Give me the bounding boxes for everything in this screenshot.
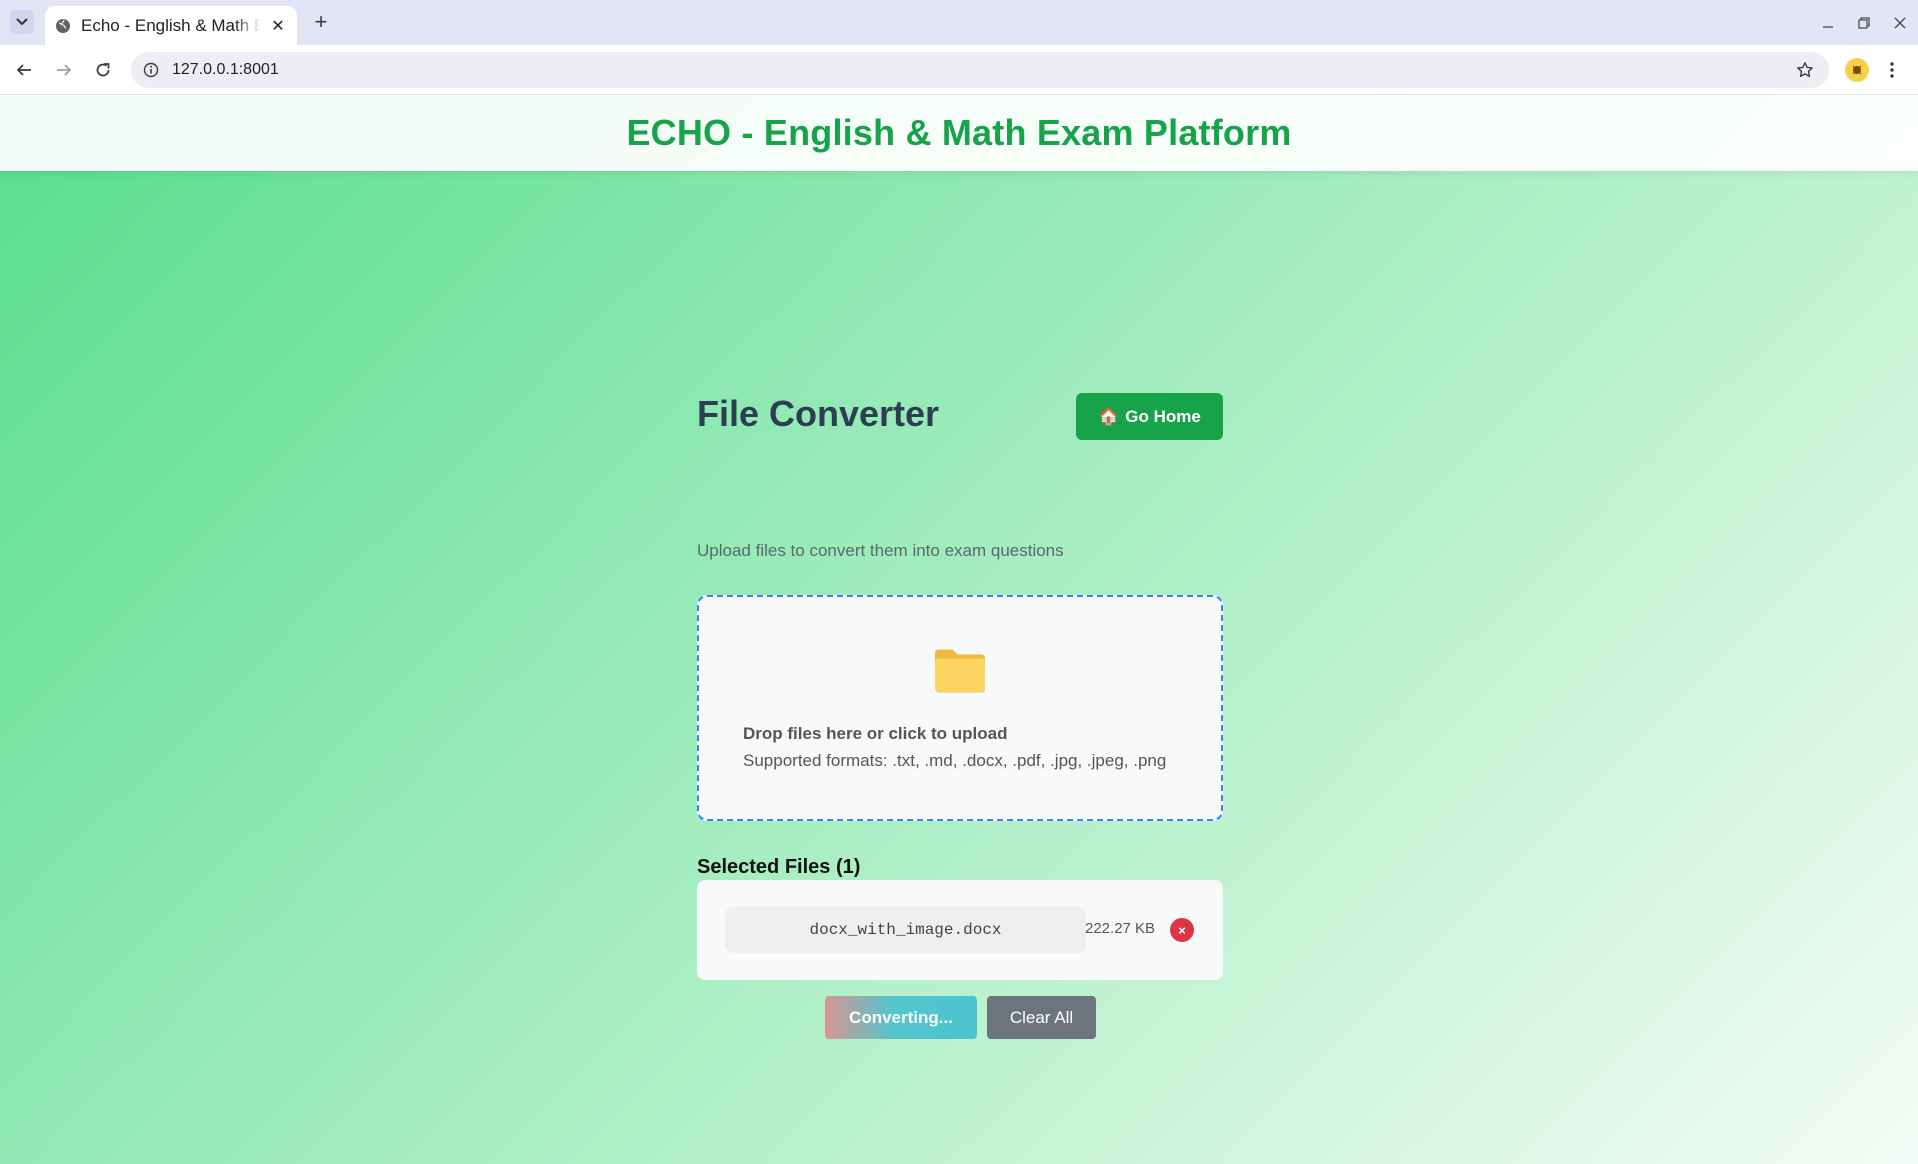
clear-all-button[interactable]: Clear All bbox=[987, 996, 1096, 1039]
selected-files-heading: Selected Files (1) bbox=[697, 856, 861, 878]
page-title: File Converter bbox=[697, 393, 940, 434]
extension-icon[interactable] bbox=[1845, 58, 1869, 82]
chevron-down-icon[interactable] bbox=[10, 10, 34, 34]
globe-icon bbox=[55, 18, 71, 34]
restore-icon[interactable] bbox=[1846, 0, 1882, 45]
go-home-button[interactable]: 🏠 Go Home bbox=[1076, 393, 1223, 440]
file-dropzone[interactable]: Drop files here or click to upload Suppo… bbox=[697, 595, 1223, 821]
action-buttons: Converting... Clear All bbox=[697, 996, 1223, 1039]
site-title: ECHO - English & Math Exam Platform bbox=[626, 112, 1292, 153]
dropzone-instruction: Drop files here or click to upload bbox=[743, 724, 1008, 743]
close-icon[interactable]: ✕ bbox=[269, 17, 287, 35]
star-icon[interactable] bbox=[1795, 60, 1815, 80]
tab-title: Echo - English & Math Exam Platform bbox=[81, 15, 261, 35]
reload-icon[interactable] bbox=[89, 56, 117, 84]
file-size: 222.27 KB bbox=[1085, 920, 1156, 937]
plus-icon[interactable]: + bbox=[309, 9, 333, 34]
back-arrow-icon[interactable] bbox=[10, 56, 38, 84]
supported-formats: Supported formats: .txt, .md, .docx, .pd… bbox=[743, 751, 1167, 770]
remove-file-button[interactable]: × bbox=[1170, 918, 1194, 942]
address-bar[interactable]: 127.0.0.1:8001 bbox=[131, 52, 1829, 88]
selected-files-list: docx_with_image.docx 222.27 KB × bbox=[697, 880, 1223, 980]
home-icon: 🏠 bbox=[1098, 406, 1120, 426]
browser-tab[interactable]: Echo - English & Math Exam Platform ✕ bbox=[45, 6, 297, 45]
file-name: docx_with_image.docx bbox=[725, 907, 1086, 953]
convert-button[interactable]: Converting... bbox=[825, 996, 977, 1039]
close-window-icon[interactable] bbox=[1882, 0, 1918, 45]
site-header: ECHO - English & Math Exam Platform bbox=[0, 95, 1918, 171]
folder-icon bbox=[935, 649, 985, 693]
browser-tab-bar: Echo - English & Math Exam Platform ✕ + bbox=[0, 0, 1918, 45]
page-viewport: ECHO - English & Math Exam Platform File… bbox=[0, 95, 1918, 1164]
window-controls bbox=[1810, 0, 1918, 45]
go-home-label: Go Home bbox=[1125, 406, 1201, 426]
browser-toolbar: 127.0.0.1:8001 bbox=[0, 45, 1918, 95]
page-subtitle: Upload files to convert them into exam q… bbox=[697, 541, 1064, 560]
forward-arrow-icon[interactable] bbox=[50, 56, 78, 84]
kebab-menu-icon[interactable] bbox=[1880, 58, 1904, 82]
minimize-icon[interactable] bbox=[1810, 0, 1846, 45]
info-icon[interactable] bbox=[141, 60, 161, 80]
url-text: 127.0.0.1:8001 bbox=[172, 61, 279, 78]
